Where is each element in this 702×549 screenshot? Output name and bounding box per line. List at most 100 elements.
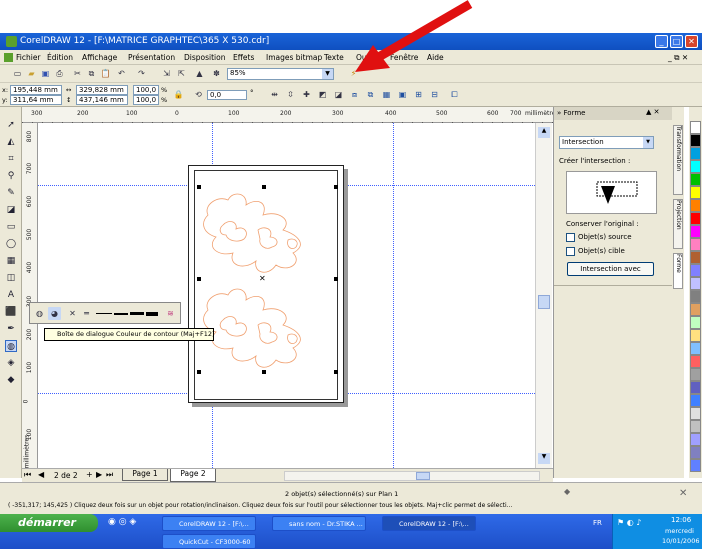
open-icon[interactable]: ▰ xyxy=(25,67,38,80)
palette-swatch[interactable] xyxy=(690,407,701,420)
source-objects-checkbox[interactable] xyxy=(566,233,575,242)
menu-texte[interactable]: Texte xyxy=(324,53,344,62)
menu-affichage[interactable]: Affichage xyxy=(82,53,117,62)
palette-swatch[interactable] xyxy=(690,134,701,147)
menu-images-bitmap[interactable]: Images bitmap xyxy=(266,53,322,62)
palette-swatch[interactable] xyxy=(690,368,701,381)
palette-swatch[interactable] xyxy=(690,225,701,238)
polygon-tool-icon[interactable]: ▦ xyxy=(5,255,17,267)
palette-swatch[interactable] xyxy=(690,173,701,186)
outline-color-icon[interactable]: ◕ xyxy=(48,307,61,320)
shaping-mode-dropdown[interactable]: Intersection xyxy=(559,136,654,149)
next-page-icon[interactable]: ▶ xyxy=(96,470,102,479)
palette-swatch[interactable] xyxy=(690,121,701,134)
chevron-down-icon[interactable]: ▼ xyxy=(322,69,333,79)
zoom-level-select[interactable]: 85% xyxy=(227,68,334,80)
copy-icon[interactable]: ⧉ xyxy=(85,67,98,80)
corel-online-icon[interactable]: ✽ xyxy=(210,67,223,80)
interactive-fill-icon[interactable]: ◆ xyxy=(5,374,17,386)
palette-swatch[interactable] xyxy=(690,433,701,446)
undo-icon[interactable]: ↶ xyxy=(115,67,128,80)
last-page-icon[interactable]: ⏭ xyxy=(106,470,113,480)
outline-tool-icon[interactable]: ◍ xyxy=(5,340,17,352)
drawing-canvas[interactable]: ✕ xyxy=(38,123,535,468)
save-icon[interactable]: ▣ xyxy=(39,67,52,80)
basic-shapes-icon[interactable]: ◫ xyxy=(5,272,17,284)
vertical-ruler[interactable]: 800 700 600 500 400 300 200 100 0 100 mi… xyxy=(22,123,38,468)
palette-swatch[interactable] xyxy=(690,290,701,303)
export-icon[interactable]: ⇱ xyxy=(175,67,188,80)
mirror-v-icon[interactable]: ⇳ xyxy=(284,88,297,101)
scroll-thumb[interactable] xyxy=(538,295,550,309)
scale-y-field[interactable]: 100,0 xyxy=(133,95,159,105)
palette-swatch[interactable] xyxy=(690,147,701,160)
palette-swatch[interactable] xyxy=(690,212,701,225)
palette-swatch[interactable] xyxy=(690,329,701,342)
menu-edition[interactable]: Édition xyxy=(47,53,73,62)
print-icon[interactable]: ⎙ xyxy=(53,67,66,80)
freehand-tool-icon[interactable]: ✎ xyxy=(5,187,17,199)
task-coreldraw-2[interactable]: CorelDRAW 12 - [F:\... xyxy=(382,516,476,531)
palette-swatch[interactable] xyxy=(690,381,701,394)
outline-pen-icon[interactable]: ◍ xyxy=(33,307,46,320)
outline-width-3[interactable] xyxy=(130,312,144,315)
ungroup-icon[interactable]: ⧉ xyxy=(364,88,377,101)
zoom-tool-icon[interactable]: ⚲ xyxy=(5,170,17,182)
coreldraw-app-icon[interactable] xyxy=(6,36,17,47)
start-button[interactable]: démarrer xyxy=(0,514,98,532)
menu-disposition[interactable]: Disposition xyxy=(184,53,225,62)
palette-swatch[interactable] xyxy=(690,355,701,368)
h-scroll-thumb[interactable] xyxy=(416,472,430,480)
language-indicator[interactable]: FR xyxy=(593,519,602,527)
pick-tool-icon[interactable]: ➚ xyxy=(5,119,17,131)
tab-projection[interactable]: Projection xyxy=(673,199,683,249)
scale-x-field[interactable]: 100,0 xyxy=(133,85,159,95)
text-tool-icon[interactable]: A xyxy=(5,289,17,301)
task-drstika[interactable]: sans nom - Dr.STIKA ... xyxy=(272,516,366,531)
palette-swatch[interactable] xyxy=(690,160,701,173)
break-apart-icon[interactable]: ⊞ xyxy=(412,88,425,101)
horizontal-scrollbar[interactable] xyxy=(284,471,540,481)
palette-swatch[interactable] xyxy=(690,459,701,472)
tab-page-1[interactable]: Page 1 xyxy=(122,469,168,481)
application-launcher-icon[interactable]: ▲ xyxy=(193,67,206,80)
group-icon[interactable]: ⧈ xyxy=(348,88,361,101)
align-icon[interactable]: ⊟ xyxy=(428,88,441,101)
first-page-icon[interactable]: ⏮ xyxy=(24,470,31,480)
shape-tool-icon[interactable]: ◭ xyxy=(5,136,17,148)
scroll-up-icon[interactable]: ▲ xyxy=(538,127,550,138)
quicklaunch-icons[interactable]: ◉ ◎ ◈ xyxy=(108,517,136,527)
document-window-controls[interactable]: _ ⧉ ✕ xyxy=(668,53,688,63)
close-button[interactable]: ✕ xyxy=(685,35,698,48)
palette-swatch[interactable] xyxy=(690,264,701,277)
document-icon[interactable] xyxy=(4,53,13,62)
height-field[interactable]: 437,146 mm xyxy=(76,95,128,105)
outline-width-2[interactable] xyxy=(114,313,128,315)
tray-icons[interactable]: ⚑ ◐ ♪ xyxy=(617,518,641,527)
palette-swatch[interactable] xyxy=(690,394,701,407)
fill-indicator-icon[interactable]: ◆ xyxy=(564,487,574,497)
mirror-h-icon[interactable]: ⇹ xyxy=(268,88,281,101)
eyedropper-tool-icon[interactable]: ✒ xyxy=(5,323,17,335)
palette-swatch[interactable] xyxy=(690,251,701,264)
horizontal-ruler[interactable]: 300 200 100 0 100 200 300 400 500 600 70… xyxy=(22,107,559,123)
outline-width-4[interactable] xyxy=(146,312,158,316)
palette-swatch[interactable] xyxy=(690,303,701,316)
menu-presentation[interactable]: Présentation xyxy=(128,53,175,62)
tab-transformation[interactable]: Transformation xyxy=(673,125,683,195)
palette-swatch[interactable] xyxy=(690,446,701,459)
scroll-down-icon[interactable]: ▼ xyxy=(538,453,550,464)
maximize-button[interactable]: □ xyxy=(670,35,683,48)
hairline-icon[interactable]: ═ xyxy=(80,307,93,320)
task-quickcut[interactable]: QuickCut - CF3000-60 xyxy=(162,534,256,549)
ungroup-all-icon[interactable]: ▦ xyxy=(380,88,393,101)
intersect-with-button[interactable]: Intersection avec xyxy=(567,262,654,276)
outline-width-1[interactable] xyxy=(96,313,112,314)
interactive-tool-icon[interactable]: ⬛ xyxy=(5,306,17,318)
menu-effets[interactable]: Effets xyxy=(233,53,254,62)
ellipse-tool-icon[interactable]: ◯ xyxy=(5,238,17,250)
minimize-button[interactable]: _ xyxy=(655,35,668,48)
crop-tool-icon[interactable]: ⌗ xyxy=(5,153,17,165)
redo-icon[interactable]: ↷ xyxy=(135,67,148,80)
palette-swatch[interactable] xyxy=(690,186,701,199)
